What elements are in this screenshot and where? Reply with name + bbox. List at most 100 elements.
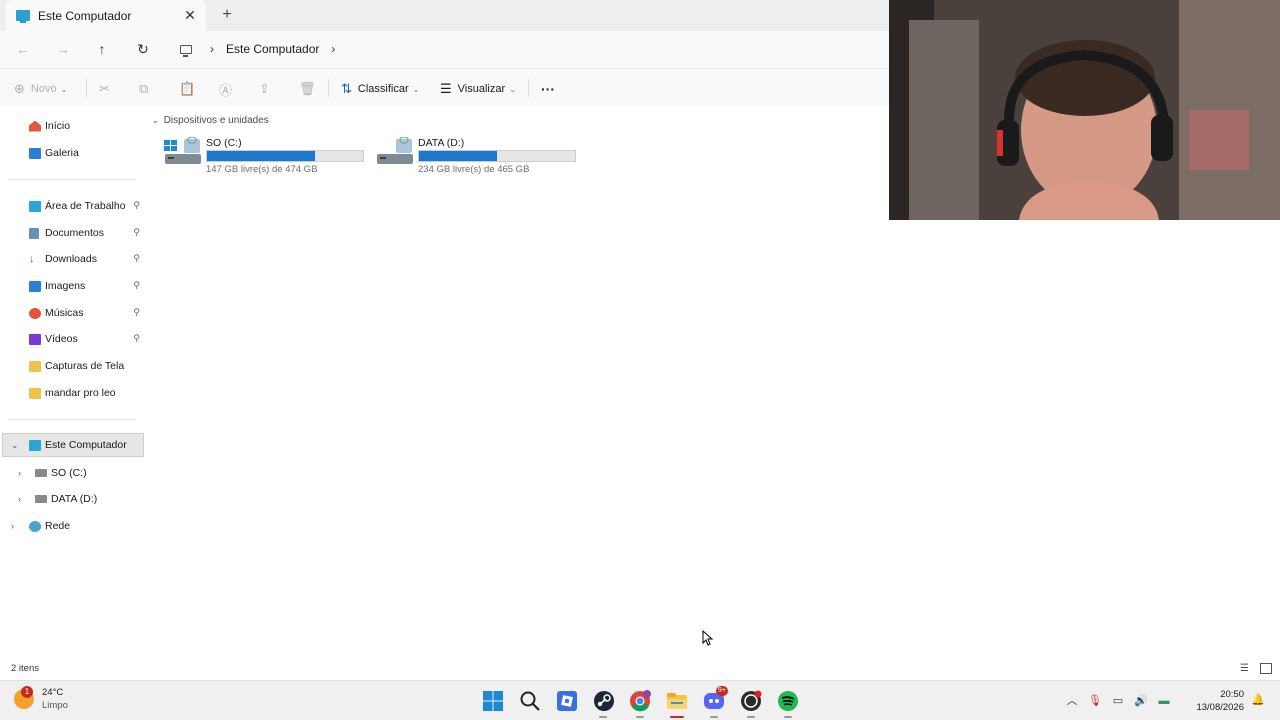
taskbar: 1 24°C Limpo 9+ ︿ 🎙 ▭ 🔊 ▬ 20:50 13/08/20… [0, 680, 1280, 720]
close-tab-icon[interactable]: ✕ [182, 7, 198, 23]
pin-icon[interactable]: ⚲ [133, 333, 140, 344]
pin-icon[interactable]: ⚲ [133, 253, 140, 264]
address-bar[interactable]: › Este Computador › [170, 35, 889, 63]
divider [8, 419, 136, 420]
chevron-right-icon[interactable]: › [11, 521, 14, 531]
active-indicator [670, 716, 684, 718]
drive-tile-d[interactable]: DATA (D:) 234 GB livre(s) de 465 GB [376, 133, 581, 179]
view-button[interactable]: ☰ Visualizar ⌄ [440, 80, 516, 98]
mouse-cursor-icon [702, 630, 714, 646]
sidebar-item-rede[interactable]: › Rede [0, 514, 146, 538]
running-indicator [599, 716, 607, 718]
group-header-label: Dispositivos e unidades [163, 115, 269, 126]
chevron-down-icon[interactable]: ⌄ [11, 440, 19, 451]
webcam-image [889, 0, 1280, 220]
breadcrumb-este-computador[interactable]: Este Computador [226, 42, 319, 56]
pictures-icon [29, 280, 41, 292]
chevron-right-icon[interactable]: › [18, 494, 21, 504]
sidebar-item-downloads[interactable]: ↓ Downloads ⚲ [0, 247, 146, 271]
spotify-icon[interactable] [777, 690, 799, 712]
back-button[interactable]: ← [13, 40, 33, 58]
pin-icon[interactable]: ⚲ [133, 200, 140, 211]
refresh-button[interactable]: ↻ [133, 40, 153, 58]
breadcrumb-separator[interactable]: › [331, 42, 335, 56]
share-button[interactable]: ⇪ [259, 80, 276, 98]
drive-label: DATA (D:) [418, 137, 465, 149]
gallery-icon [29, 147, 41, 159]
battery-icon[interactable]: ▬ [1157, 694, 1171, 708]
sidebar-item-so-c[interactable]: › SO (C:) [0, 461, 146, 485]
sidebar-item-area-de-trabalho[interactable]: Área de Trabalho ⚲ [0, 194, 146, 218]
sidebar-item-documentos[interactable]: Documentos ⚲ [0, 221, 146, 245]
network-icon[interactable]: ▭ [1111, 694, 1125, 708]
tab-label: Este Computador [38, 8, 132, 23]
group-header-dispositivos[interactable]: ⌄ Dispositivos e unidades [152, 115, 269, 126]
drive-tile-c[interactable]: SO (C:) 147 GB livre(s) de 474 GB [164, 133, 369, 179]
tiles-view-icon[interactable] [1260, 663, 1272, 674]
sidebar-item-label: Vídeos [45, 333, 78, 345]
sidebar-item-label: Imagens [45, 280, 86, 292]
new-tab-button[interactable]: + [218, 6, 236, 24]
view-icon: ☰ [440, 81, 452, 96]
pin-icon[interactable]: ⚲ [133, 280, 140, 291]
details-view-icon[interactable]: ☰ [1240, 663, 1252, 674]
windows-drive-icon [164, 137, 201, 164]
title-bar: Este Computador ✕ + [0, 0, 889, 31]
sidebar-item-label: Galeria [45, 147, 79, 159]
forward-button[interactable]: → [53, 40, 73, 58]
sidebar-item-label: mandar pro leo [45, 387, 116, 399]
sidebar-item-label: Área de Trabalho [45, 200, 126, 212]
weather-widget[interactable]: 1 24°C Limpo [14, 686, 68, 712]
chrome-icon[interactable] [629, 690, 651, 712]
obs-icon[interactable] [740, 690, 762, 712]
sidebar-item-mandar-pro-leo[interactable]: mandar pro leo [0, 381, 146, 405]
notifications-icon[interactable]: 🔔 [1251, 693, 1265, 707]
discord-badge: 9+ [716, 686, 728, 696]
sidebar-item-data-d[interactable]: › DATA (D:) [0, 487, 146, 511]
sort-button[interactable]: ⇅ Classificar ⌄ [341, 80, 419, 98]
more-options-button[interactable]: ··· [541, 80, 555, 98]
tab-este-computador[interactable]: Este Computador ✕ [6, 0, 206, 31]
drive-d-icon [35, 495, 47, 503]
steam-icon[interactable] [593, 690, 615, 712]
system-clock[interactable]: 20:50 13/08/2026 [1192, 688, 1244, 714]
breadcrumb-separator[interactable]: › [210, 42, 214, 56]
sort-icon: ⇅ [341, 81, 352, 96]
sidebar-item-capturas-de-tela[interactable]: Capturas de Tela [0, 354, 146, 378]
file-explorer-icon[interactable] [666, 690, 688, 712]
copy-button[interactable]: ⧉ [139, 80, 154, 98]
scissors-icon: ✂ [99, 81, 110, 96]
chevron-right-icon[interactable]: › [18, 468, 21, 478]
roblox-icon[interactable] [556, 690, 578, 712]
divider [328, 79, 329, 97]
pin-icon[interactable]: ⚲ [133, 227, 140, 238]
microphone-icon[interactable]: 🎙 [1088, 694, 1102, 708]
delete-button[interactable]: 🗑 [299, 80, 322, 98]
sidebar-item-inicio[interactable]: Início [0, 114, 146, 138]
this-pc-icon [180, 44, 192, 57]
volume-icon[interactable]: 🔊 [1134, 694, 1148, 708]
weather-temperature: 24°C [42, 687, 64, 698]
chevron-down-icon: ⌄ [509, 84, 516, 94]
sidebar-item-imagens[interactable]: Imagens ⚲ [0, 274, 146, 298]
webcam-overlay [889, 0, 1280, 220]
pin-icon[interactable]: ⚲ [133, 307, 140, 318]
sidebar-item-videos[interactable]: Vídeos ⚲ [0, 327, 146, 351]
up-button[interactable]: ↑ [92, 40, 112, 58]
navigation-pane: Início Galeria Área de Trabalho ⚲ Docume… [0, 110, 148, 660]
chevron-down-icon[interactable]: ⌄ [152, 116, 159, 125]
show-hidden-icons-icon[interactable]: ︿ [1065, 694, 1079, 708]
sidebar-item-este-computador[interactable]: ⌄ Este Computador [2, 433, 144, 457]
this-pc-icon [29, 439, 41, 451]
sidebar-item-galeria[interactable]: Galeria [0, 141, 146, 165]
folder-icon [29, 360, 41, 372]
search-icon[interactable] [519, 690, 541, 712]
sidebar-item-label: DATA (D:) [51, 493, 98, 505]
new-button[interactable]: ⊕ Novo ⌄ [14, 80, 67, 98]
windows-start-icon[interactable] [482, 690, 504, 712]
cut-button[interactable]: ✂ [99, 80, 116, 98]
paste-button[interactable]: 📋 [179, 80, 201, 98]
videos-icon [29, 333, 41, 345]
rename-button[interactable]: Ⓐ [219, 80, 238, 98]
sidebar-item-musicas[interactable]: Músicas ⚲ [0, 301, 146, 325]
